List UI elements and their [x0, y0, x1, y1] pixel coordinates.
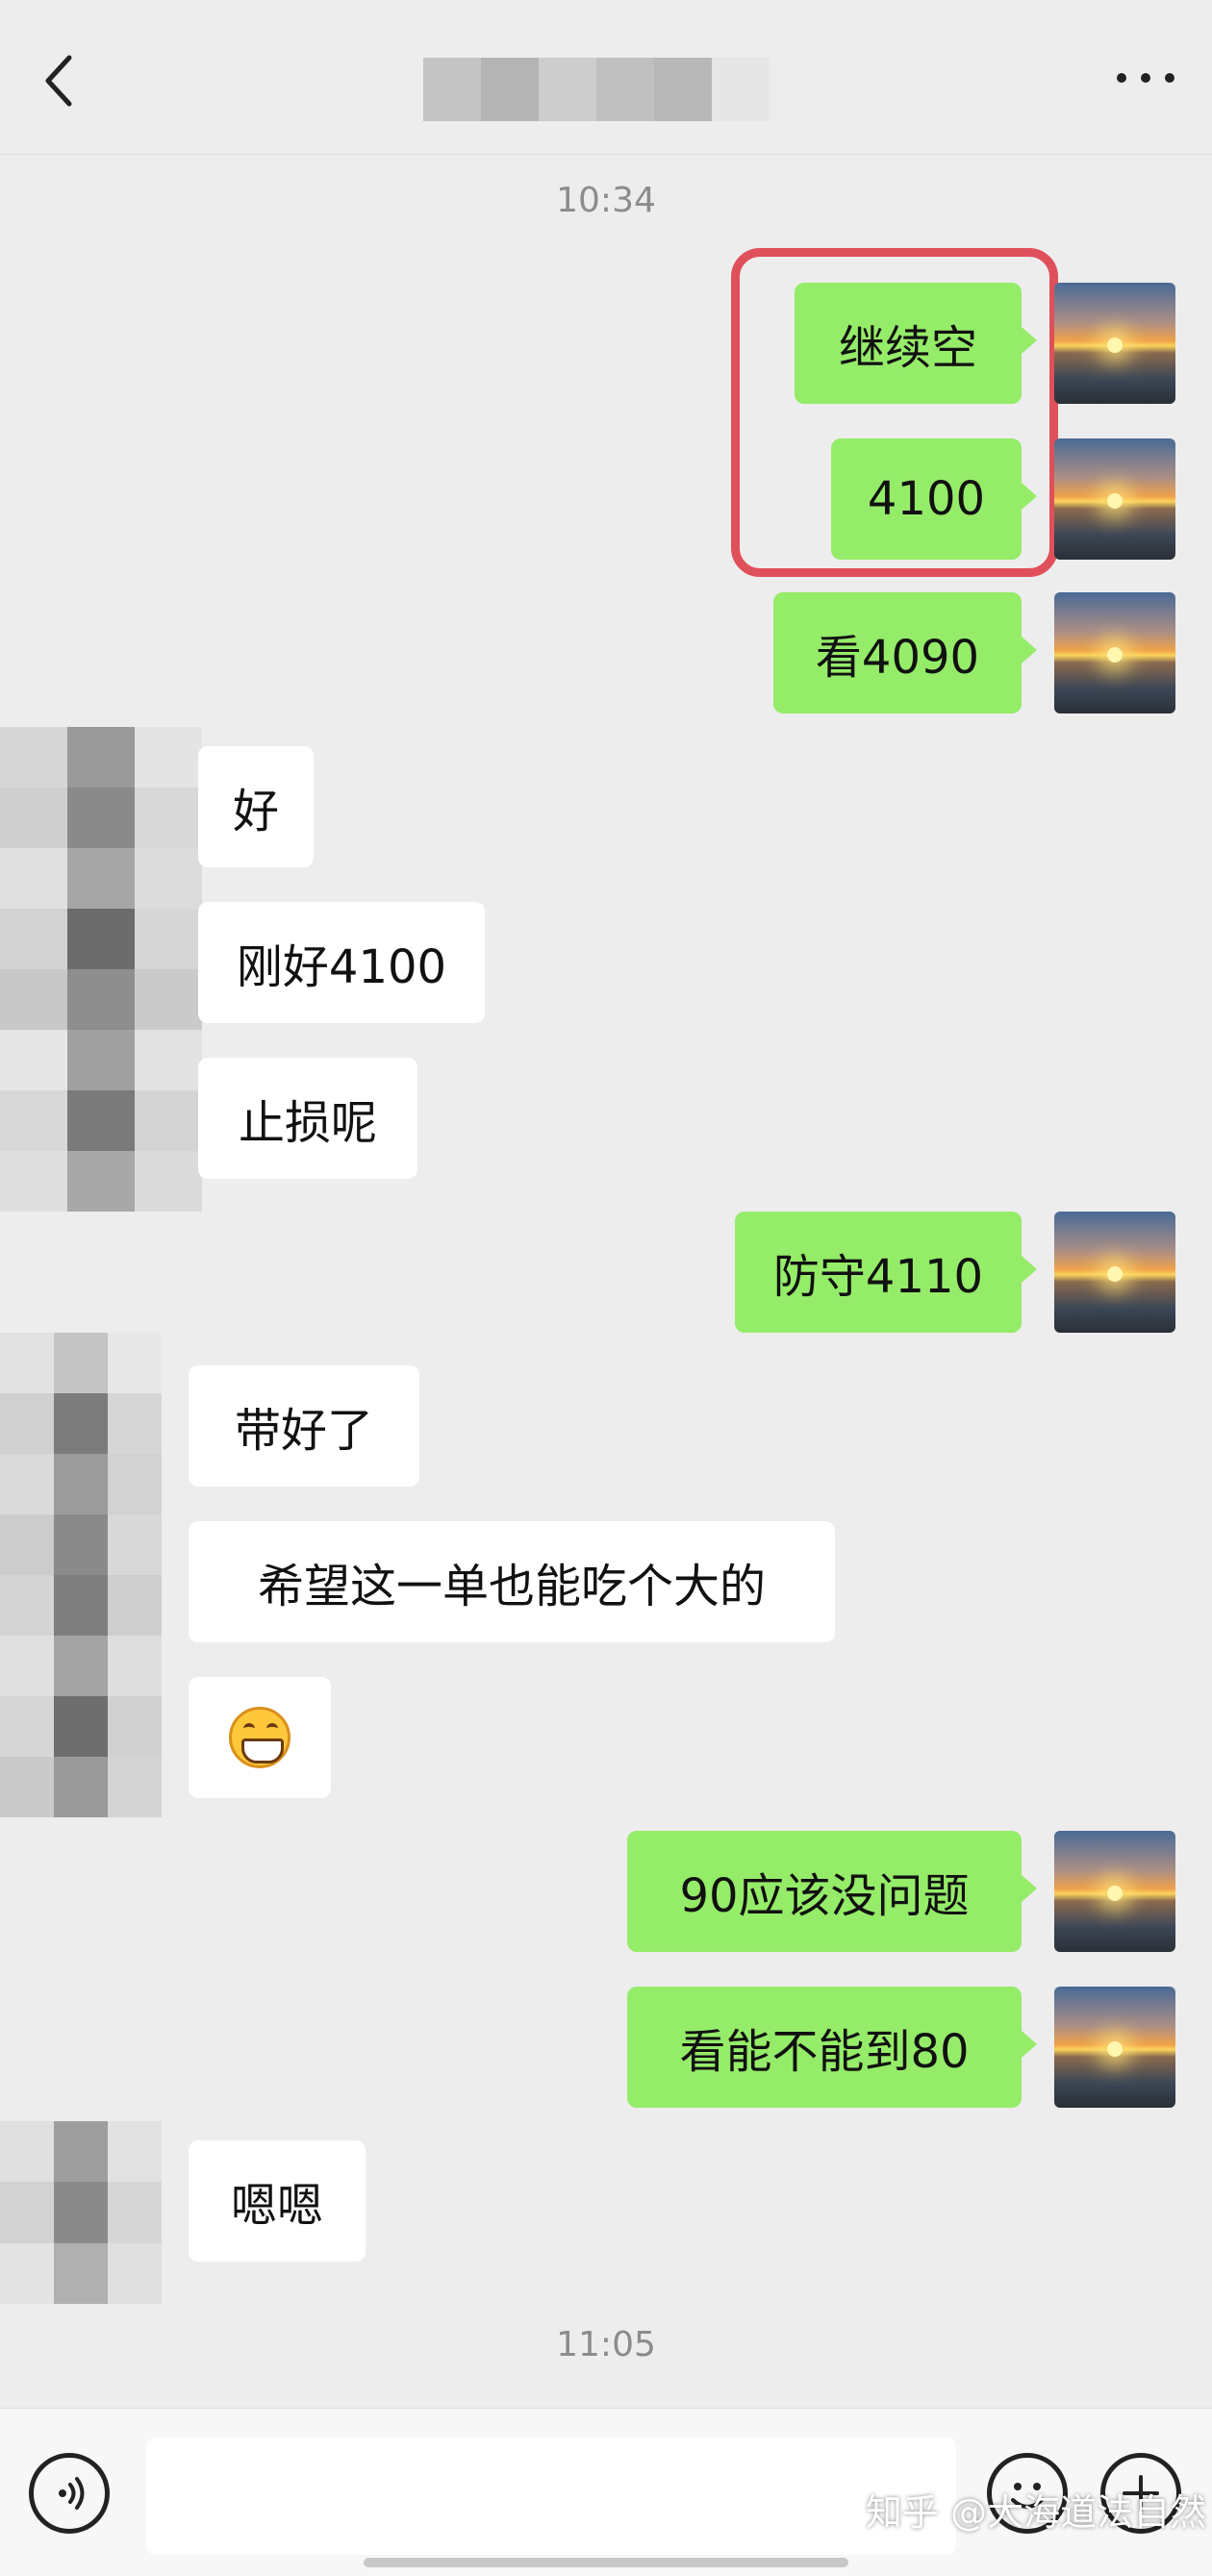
home-indicator[interactable]	[364, 2558, 848, 2567]
contact-name-pixelated	[423, 58, 770, 121]
message-bubble-received[interactable]: 刚好4100	[198, 902, 485, 1023]
my-avatar[interactable]	[1054, 1831, 1175, 1952]
my-avatar[interactable]	[1054, 438, 1175, 560]
message-bubble-received[interactable]: 止损呢	[198, 1058, 417, 1179]
voice-icon[interactable]	[29, 2453, 110, 2534]
message-bubble-sent[interactable]: 4100	[831, 438, 1037, 560]
my-avatar[interactable]	[1054, 1987, 1175, 2108]
chat-header	[0, 0, 1212, 155]
watermark: 知乎 @大海道法自然	[866, 2491, 1207, 2534]
message-bubble-sent[interactable]: 继续空	[795, 283, 1037, 404]
message-bubble-sent[interactable]: 看4090	[773, 592, 1037, 713]
chevron-left-icon	[45, 55, 72, 107]
contact-avatar-pixelated[interactable]	[0, 2121, 162, 2304]
message-bubble-sent[interactable]: 90应该没问题	[627, 1831, 1037, 1952]
timestamp: 10:34	[556, 181, 656, 220]
my-avatar[interactable]	[1054, 1212, 1175, 1333]
more-button[interactable]	[1112, 63, 1179, 92]
my-avatar[interactable]	[1054, 283, 1175, 404]
message-bubble-received[interactable]	[189, 1677, 331, 1798]
timestamp: 11:05	[556, 2325, 656, 2364]
message-bubble-sent[interactable]: 防守4110	[735, 1212, 1037, 1333]
contact-avatar-pixelated[interactable]	[0, 1333, 162, 1817]
message-bubble-received[interactable]: 好	[198, 746, 314, 867]
grinning-face-icon	[229, 1707, 290, 1768]
contact-avatar-pixelated[interactable]	[0, 727, 202, 1212]
message-bubble-sent[interactable]: 看能不能到80	[627, 1987, 1037, 2108]
message-input[interactable]	[146, 2438, 956, 2555]
my-avatar[interactable]	[1054, 592, 1175, 713]
message-bubble-received[interactable]: 嗯嗯	[189, 2140, 366, 2262]
ellipsis-icon	[1117, 73, 1174, 83]
message-bubble-received[interactable]: 带好了	[189, 1365, 419, 1487]
back-button[interactable]	[35, 50, 88, 112]
message-bubble-received[interactable]: 希望这一单也能吃个大的	[189, 1521, 835, 1642]
